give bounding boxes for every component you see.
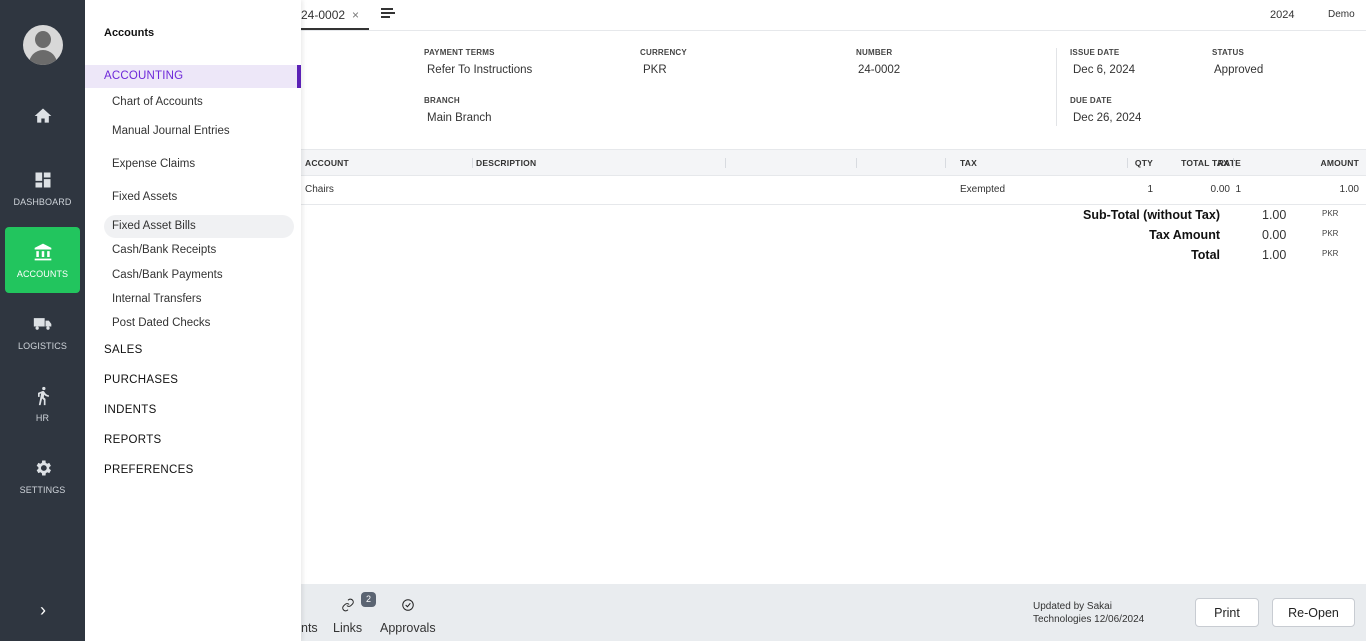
- main-content: 24-0002 × 2024 Demo PAYMENT TERMS Refer …: [301, 0, 1366, 641]
- tax-amount-value: 0.00: [1262, 228, 1287, 242]
- approvals-label: Approvals: [380, 621, 436, 635]
- rail-accounts-label: ACCOUNTS: [16, 268, 69, 279]
- total-value: 1.00: [1262, 248, 1287, 262]
- updated-line-2: Technologies 12/06/2024: [1033, 614, 1145, 625]
- reopen-button[interactable]: Re-Open: [1272, 598, 1355, 627]
- document-footer: nts Links 2 Approvals Updated by Sakai T…: [301, 584, 1366, 641]
- col-tax: TAX: [960, 158, 977, 168]
- cell-qty: 1: [1147, 184, 1153, 195]
- print-button[interactable]: Print: [1195, 598, 1259, 627]
- status-value: Approved: [1214, 64, 1264, 76]
- rail-accounts[interactable]: ACCOUNTS: [5, 227, 80, 293]
- footer-attachments-fragment[interactable]: nts: [301, 621, 318, 635]
- col-amount: AMOUNT: [1320, 158, 1359, 168]
- status-label: STATUS: [1212, 48, 1245, 57]
- close-icon[interactable]: ×: [352, 0, 359, 30]
- person-walking-icon: [37, 386, 49, 405]
- due-date-value: Dec 26, 2024: [1073, 112, 1142, 124]
- left-rail: DASHBOARD ACCOUNTS LOGISTICS HR SETTINGS…: [0, 0, 85, 641]
- updated-line-1: Updated by Sakai: [1033, 601, 1112, 612]
- table-header: ACCOUNT DESCRIPTION QTY RATE TAX TOTAL T…: [301, 149, 1366, 176]
- rail-logistics-label: LOGISTICS: [18, 340, 67, 351]
- branch-label: BRANCH: [424, 96, 460, 105]
- rail-logistics[interactable]: LOGISTICS: [5, 299, 80, 365]
- cell-amount: 1.00: [1339, 184, 1359, 195]
- approvals-button[interactable]: Approvals: [380, 598, 436, 635]
- accounts-menu: Accounts ACCOUNTING Chart of Accounts Ma…: [85, 0, 301, 641]
- branch-value: Main Branch: [427, 112, 492, 124]
- menu-item-fixed-assets[interactable]: Fixed Assets: [112, 191, 177, 203]
- updated-info: Updated by Sakai Technologies 12/06/2024: [1033, 600, 1183, 626]
- link-icon: [341, 598, 354, 612]
- subtotal-value: 1.00: [1262, 208, 1287, 222]
- number-value: 24-0002: [858, 64, 901, 76]
- dashboard-icon: [35, 172, 50, 187]
- menu-item-post-dated-checks[interactable]: Post Dated Checks: [112, 317, 210, 329]
- rail-dashboard[interactable]: DASHBOARD: [5, 155, 80, 221]
- menu-section-preferences[interactable]: PREFERENCES: [104, 464, 194, 476]
- currency-value: PKR: [643, 64, 667, 76]
- home-icon: [34, 108, 51, 123]
- menu-item-internal-transfers[interactable]: Internal Transfers: [112, 293, 201, 305]
- menu-section-indents[interactable]: INDENTS: [104, 404, 157, 416]
- rail-home[interactable]: [5, 83, 80, 149]
- menu-section-sales[interactable]: SALES: [104, 344, 143, 356]
- cell-total-tax: 0.00: [1210, 184, 1230, 195]
- col-description: DESCRIPTION: [476, 158, 537, 168]
- table-row[interactable]: Chairs 1 1 Exempted 0.00 1.00: [301, 177, 1366, 205]
- due-date-label: DUE DATE: [1070, 96, 1112, 105]
- check-circle-icon: [402, 599, 414, 611]
- cell-account: Chairs: [305, 184, 334, 195]
- rail-hr[interactable]: HR: [5, 371, 80, 437]
- rail-hr-label: HR: [35, 412, 50, 423]
- user-avatar[interactable]: [23, 25, 63, 65]
- tab-document[interactable]: 24-0002 ×: [301, 0, 369, 30]
- links-button[interactable]: Links 2: [333, 592, 376, 635]
- number-label: NUMBER: [856, 48, 893, 57]
- total-currency: PKR: [1322, 249, 1339, 258]
- list-menu-icon[interactable]: [381, 8, 395, 20]
- chevron-right-icon[interactable]: ›: [34, 600, 52, 620]
- subtotal-currency: PKR: [1322, 209, 1339, 218]
- tax-amount-currency: PKR: [1322, 229, 1339, 238]
- rail-dashboard-label: DASHBOARD: [13, 196, 72, 207]
- links-count-badge: 2: [361, 592, 376, 607]
- menu-section-accounting[interactable]: ACCOUNTING: [85, 65, 301, 88]
- issue-date-label: ISSUE DATE: [1070, 48, 1120, 57]
- bank-icon: [34, 243, 51, 260]
- cell-rate: 1: [1235, 184, 1241, 195]
- tax-amount-label: Tax Amount: [1149, 228, 1220, 242]
- subtotal-label: Sub-Total (without Tax): [1082, 208, 1220, 222]
- truck-icon: [33, 317, 51, 330]
- menu-title: Accounts: [104, 27, 155, 39]
- col-account: ACCOUNT: [305, 158, 349, 168]
- total-label: Total: [1191, 248, 1220, 262]
- links-label: Links: [333, 621, 363, 635]
- menu-section-purchases[interactable]: PURCHASES: [104, 374, 178, 386]
- menu-item-fixed-asset-bills[interactable]: Fixed Asset Bills: [112, 220, 196, 232]
- gear-icon: [36, 460, 51, 475]
- col-total-tax: TOTAL TAX: [1181, 158, 1229, 168]
- tab-bar: 24-0002 × 2024 Demo: [301, 0, 1366, 31]
- menu-item-expense-claims[interactable]: Expense Claims: [112, 158, 195, 170]
- menu-item-cash-bank-payments[interactable]: Cash/Bank Payments: [112, 269, 223, 281]
- fields-divider: [1056, 48, 1057, 126]
- menu-item-manual-journal-entries[interactable]: Manual Journal Entries: [112, 125, 230, 137]
- rail-settings-label: SETTINGS: [19, 484, 66, 495]
- issue-date-value: Dec 6, 2024: [1073, 64, 1136, 76]
- company-name[interactable]: Demo: [1328, 9, 1355, 20]
- col-qty: QTY: [1134, 158, 1153, 168]
- payment-terms-label: PAYMENT TERMS: [424, 48, 495, 57]
- menu-item-cash-bank-receipts[interactable]: Cash/Bank Receipts: [112, 244, 216, 256]
- fiscal-year[interactable]: 2024: [1270, 9, 1294, 21]
- rail-settings[interactable]: SETTINGS: [5, 443, 80, 509]
- cell-tax: Exempted: [960, 184, 1006, 195]
- menu-item-chart-of-accounts[interactable]: Chart of Accounts: [112, 96, 203, 108]
- currency-label: CURRENCY: [640, 48, 687, 57]
- payment-terms-value: Refer To Instructions: [427, 64, 533, 76]
- menu-section-reports[interactable]: REPORTS: [104, 434, 161, 446]
- tab-label: 24-0002: [301, 8, 346, 22]
